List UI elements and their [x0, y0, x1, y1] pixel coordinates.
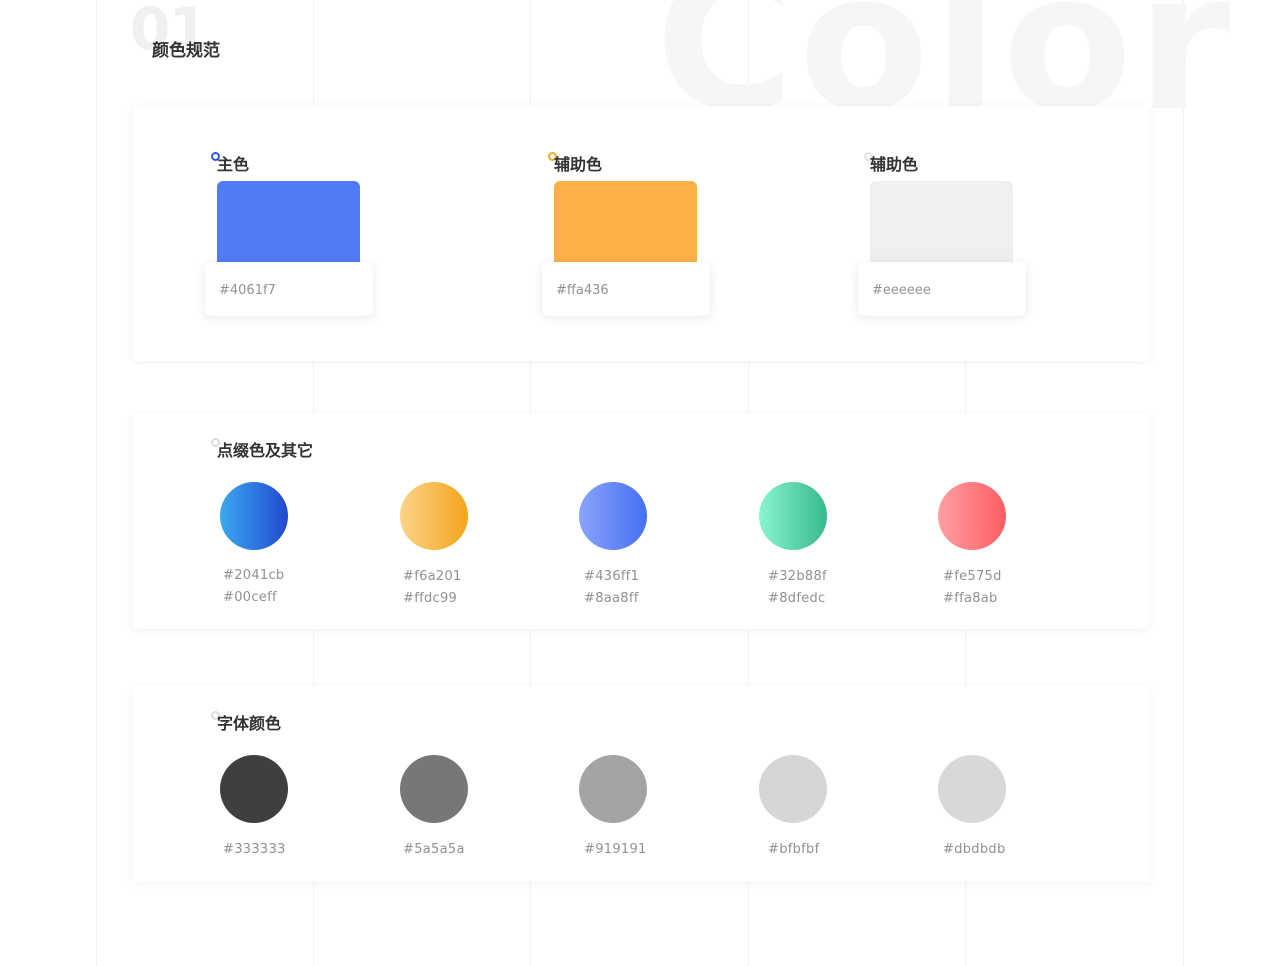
- accent-color-circle: [400, 482, 468, 550]
- color-code: #5a5a5a: [403, 842, 465, 857]
- color-code: #2041cb: [223, 568, 285, 583]
- main-colors-card: 主色 #4061f7 辅助色 #ffa436 辅助色 #eeeeee: [133, 106, 1149, 361]
- section-label: 点缀色及其它: [217, 441, 314, 460]
- color-code: #ffa8ab: [943, 591, 998, 606]
- color-code: #00ceff: [223, 590, 277, 605]
- grid-line: [96, 0, 97, 966]
- section-label: 字体颜色: [217, 714, 282, 733]
- secondary-color-swatch: [870, 181, 1013, 263]
- font-colors-card: 字体颜色 #333333 #5a5a5a #919191 #bfbfbf #db…: [133, 686, 1149, 882]
- main-color-label: 主色: [217, 155, 250, 174]
- color-code: #ffdc99: [403, 591, 458, 606]
- font-color-circle: [579, 755, 647, 823]
- secondary-color-swatch: [554, 181, 697, 263]
- accent-color-circle: [759, 482, 827, 550]
- font-color-circle: [938, 755, 1006, 823]
- color-code-card: #ffa436: [542, 262, 710, 316]
- accent-color-circle: [579, 482, 647, 550]
- accent-color-circle: [938, 482, 1006, 550]
- color-code: #333333: [223, 842, 286, 857]
- color-code: #919191: [584, 842, 647, 857]
- color-code: #dbdbdb: [943, 842, 1006, 857]
- color-code: #8aa8ff: [584, 591, 639, 606]
- font-color-circle: [759, 755, 827, 823]
- color-code: #eeeeee: [872, 283, 931, 298]
- color-code: #fe575d: [943, 569, 1002, 584]
- color-code-card: #eeeeee: [858, 262, 1026, 316]
- secondary-color-label: 辅助色: [554, 155, 603, 174]
- color-code-card: #4061f7: [205, 262, 373, 316]
- color-code: #436ff1: [584, 569, 640, 584]
- accent-colors-card: 点缀色及其它 #2041cb #00ceff #f6a201 #ffdc99 #…: [133, 413, 1149, 629]
- color-code: #ffa436: [556, 283, 609, 298]
- page-title: 颜色规范: [152, 41, 220, 61]
- color-code: #bfbfbf: [768, 842, 820, 857]
- color-code: #4061f7: [219, 283, 276, 298]
- accent-color-circle: [220, 482, 288, 550]
- color-code: #f6a201: [403, 569, 462, 584]
- secondary-color-label: 辅助色: [870, 155, 919, 174]
- color-code: #32b88f: [768, 569, 827, 584]
- color-code: #8dfedc: [768, 591, 826, 606]
- main-color-swatch: [217, 181, 360, 263]
- font-color-circle: [400, 755, 468, 823]
- font-color-circle: [220, 755, 288, 823]
